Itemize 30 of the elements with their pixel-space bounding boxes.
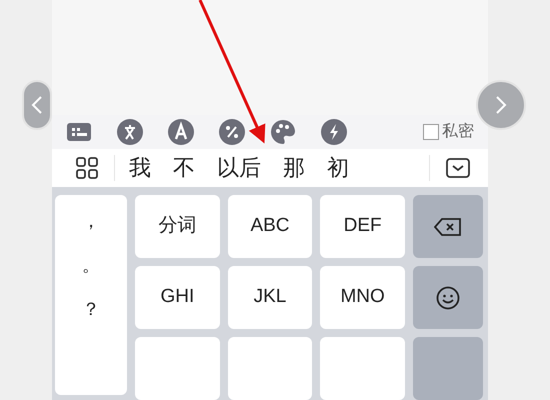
- backspace-key[interactable]: [413, 195, 483, 258]
- keyboard-key[interactable]: 分词: [135, 195, 220, 258]
- keyboard-key[interactable]: GHI: [135, 266, 220, 330]
- punctuation-key[interactable]: 。: [82, 253, 100, 278]
- translate-icon[interactable]: [117, 119, 143, 146]
- candidate-word[interactable]: 那: [283, 151, 305, 184]
- grid-menu-icon[interactable]: [76, 156, 98, 179]
- private-mode-label: 私密: [442, 122, 474, 142]
- lightning-icon[interactable]: [321, 119, 347, 146]
- candidate-word[interactable]: 以后: [217, 151, 261, 184]
- palette-icon[interactable]: [270, 119, 296, 146]
- keyboard-key[interactable]: DEF: [320, 195, 405, 258]
- candidate-word[interactable]: 初: [327, 151, 349, 184]
- smiley-icon: [436, 286, 460, 310]
- punctuation-key[interactable]: ？: [82, 297, 100, 322]
- keyboard-key[interactable]: MNO: [320, 266, 405, 330]
- letter-a-icon[interactable]: [168, 119, 194, 146]
- keyboard-icon[interactable]: [66, 121, 92, 144]
- backspace-icon: [434, 218, 462, 236]
- candidate-word[interactable]: 不: [173, 151, 195, 184]
- emoji-key[interactable]: [413, 266, 483, 330]
- private-checkbox[interactable]: [423, 124, 439, 140]
- chevron-right-icon: [495, 95, 507, 115]
- percent-icon[interactable]: [219, 119, 245, 146]
- candidate-word[interactable]: 我: [129, 151, 151, 184]
- chevron-left-icon: [31, 95, 43, 115]
- keyboard-key[interactable]: ABC: [228, 195, 312, 258]
- punctuation-key[interactable]: ，: [82, 209, 100, 234]
- collapse-icon[interactable]: [446, 158, 470, 178]
- keyboard-key[interactable]: JKL: [228, 266, 312, 330]
